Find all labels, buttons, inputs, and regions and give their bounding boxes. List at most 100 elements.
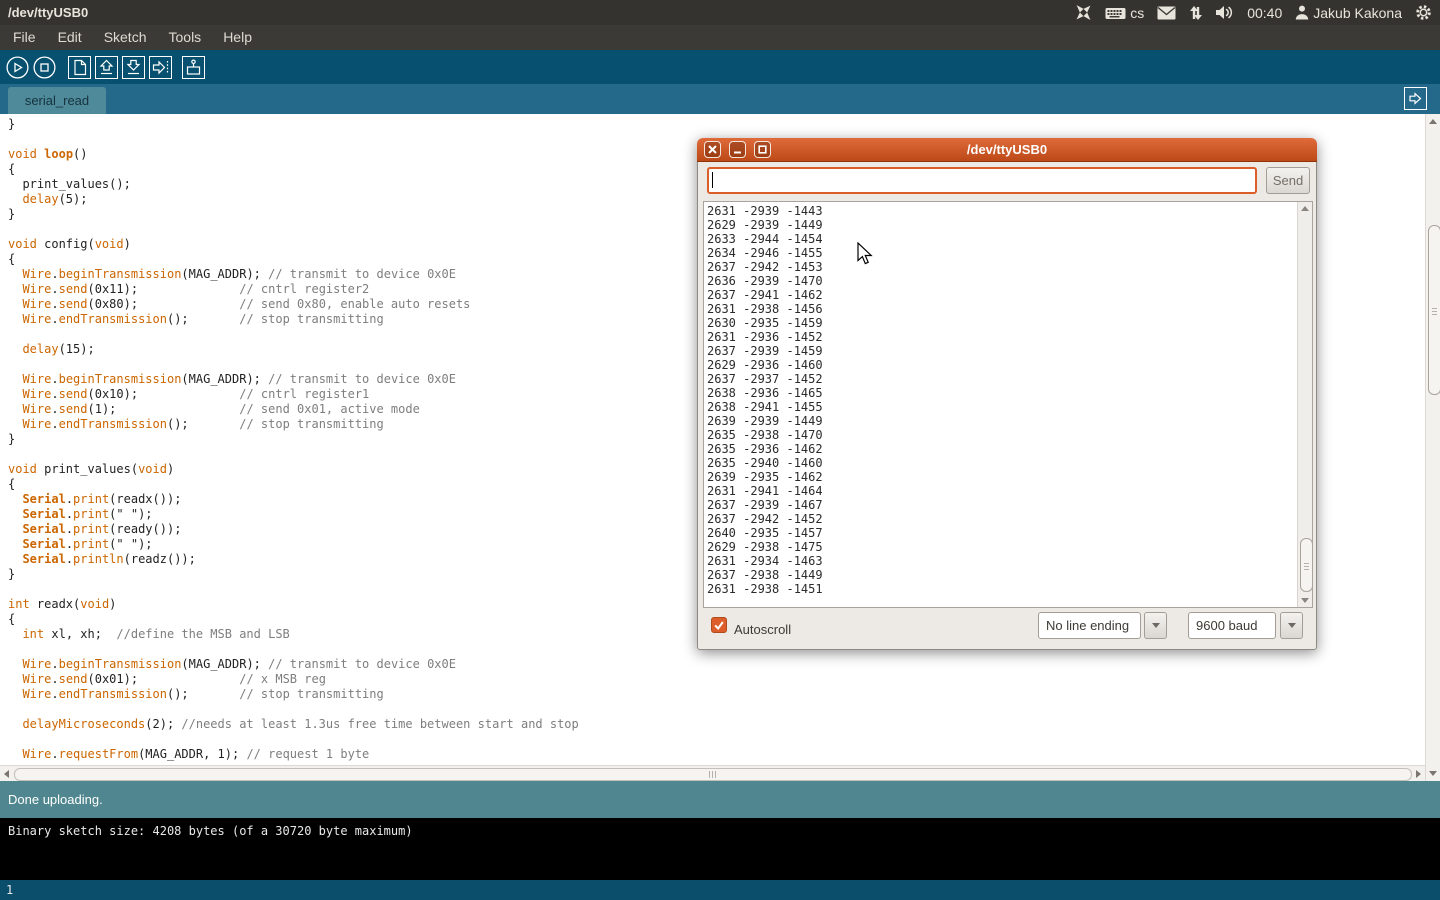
menu-item-file[interactable]: File — [2, 25, 47, 50]
baud-rate-select[interactable]: 9600 baud — [1188, 612, 1276, 639]
serial-line: 2638 -2936 -1465 — [707, 386, 823, 400]
code-line: Wire.send(0x01); // x MSB reg — [8, 672, 1425, 687]
menu-item-edit[interactable]: Edit — [47, 25, 93, 50]
new-sketch-button[interactable] — [68, 56, 91, 79]
serial-line: 2637 -2939 -1467 — [707, 498, 823, 512]
desktop-panel: /dev/ttyUSB0 cs — [0, 0, 1440, 25]
serial-line: 2633 -2944 -1454 — [707, 232, 823, 246]
minimize-button[interactable] — [729, 141, 746, 158]
keyboard-layout-indicator[interactable]: cs — [1105, 5, 1144, 21]
volume-icon[interactable] — [1216, 5, 1234, 20]
system-tray: cs 00:40 — [1075, 0, 1436, 25]
line-number-bar: 1 — [0, 880, 1440, 900]
serial-monitor-title: /dev/ttyUSB0 — [967, 142, 1047, 157]
code-line: Wire.requestFrom(MAG_ADDR, 1); // reques… — [8, 747, 1425, 762]
network-updown-icon[interactable] — [1189, 5, 1203, 21]
send-button[interactable]: Send — [1266, 167, 1310, 194]
upload-button[interactable] — [149, 56, 172, 79]
serial-monitor-window: /dev/ttyUSB0 Send 2631 -2939 -14432629 -… — [697, 138, 1317, 650]
serial-line: 2638 -2941 -1455 — [707, 400, 823, 414]
horizontal-scroll-thumb[interactable] — [14, 768, 1412, 781]
tabbar: serial_read — [0, 84, 1440, 114]
verify-button[interactable] — [6, 56, 29, 79]
serial-line: 2629 -2936 -1460 — [707, 358, 823, 372]
serial-line: 2639 -2939 -1449 — [707, 414, 823, 428]
code-line — [8, 702, 1425, 717]
user-menu[interactable]: Jakub Kakona — [1295, 5, 1402, 21]
baud-dropdown-button[interactable] — [1280, 612, 1303, 639]
chevron-down-icon — [1288, 623, 1296, 628]
code-line: Wire.beginTransmission(MAG_ADDR); // tra… — [8, 657, 1425, 672]
vertical-scroll-thumb[interactable] — [1428, 225, 1440, 395]
serial-scrollbar[interactable] — [1297, 202, 1312, 607]
scroll-down-arrow[interactable] — [1429, 771, 1437, 776]
serial-output-area[interactable]: 2631 -2939 -14432629 -2939 -14492633 -29… — [703, 201, 1313, 608]
serial-monitor-controls: Autoscroll No line ending 9600 baud — [698, 608, 1318, 650]
serial-scroll-up-arrow[interactable] — [1301, 206, 1309, 211]
close-button[interactable] — [704, 141, 721, 158]
serial-line: 2629 -2939 -1449 — [707, 218, 823, 232]
user-icon — [1295, 5, 1309, 20]
serial-line: 2637 -2937 -1452 — [707, 372, 823, 386]
current-line-number: 1 — [6, 883, 13, 897]
serial-line: 2631 -2934 -1463 — [707, 554, 823, 568]
send-button-label: Send — [1273, 173, 1303, 188]
serial-line: 2630 -2935 -1459 — [707, 316, 823, 330]
serial-scroll-down-arrow[interactable] — [1301, 598, 1309, 603]
serial-scroll-thumb[interactable] — [1300, 538, 1313, 592]
serial-line: 2631 -2938 -1456 — [707, 302, 823, 316]
mail-indicator-icon[interactable] — [1157, 6, 1176, 20]
keyboard-layout-code: cs — [1130, 5, 1144, 21]
serial-input[interactable] — [707, 167, 1257, 194]
serial-line: 2631 -2941 -1464 — [707, 484, 823, 498]
tab-serial-read[interactable]: serial_read — [8, 87, 106, 114]
autoscroll-checkbox[interactable] — [711, 617, 727, 633]
minimize-icon — [733, 145, 742, 154]
serial-output-lines: 2631 -2939 -14432629 -2939 -14492633 -29… — [707, 204, 823, 596]
pinwheel-indicator-icon[interactable] — [1075, 4, 1092, 21]
console-text: Binary sketch size: 4208 bytes (of a 307… — [8, 824, 1440, 838]
status-bar: Done uploading. — [0, 781, 1440, 818]
scroll-right-arrow[interactable] — [1416, 770, 1421, 778]
menu-item-tools[interactable]: Tools — [158, 25, 213, 50]
line-ending-select[interactable]: No line ending — [1038, 612, 1141, 639]
scroll-up-arrow[interactable] — [1429, 119, 1437, 124]
menubar: FileEditSketchToolsHelp — [0, 25, 1440, 50]
menu-item-help[interactable]: Help — [212, 25, 263, 50]
save-sketch-button[interactable] — [122, 56, 145, 79]
text-caret — [712, 172, 713, 188]
status-message: Done uploading. — [8, 792, 103, 807]
console-output: Binary sketch size: 4208 bytes (of a 307… — [0, 818, 1440, 880]
line-ending-dropdown-button[interactable] — [1144, 612, 1167, 639]
serial-line: 2639 -2935 -1462 — [707, 470, 823, 484]
baud-rate-value: 9600 baud — [1196, 618, 1257, 633]
serial-line: 2631 -2938 -1451 — [707, 582, 823, 596]
menu-item-sketch[interactable]: Sketch — [93, 25, 158, 50]
editor-vertical-scrollbar[interactable] — [1425, 114, 1440, 781]
code-line: Wire.endTransmission(); // stop transmit… — [8, 687, 1425, 702]
serial-line: 2640 -2935 -1457 — [707, 526, 823, 540]
line-ending-value: No line ending — [1046, 618, 1129, 633]
keyboard-icon — [1105, 5, 1126, 21]
serial-line: 2634 -2946 -1455 — [707, 246, 823, 260]
serial-line: 2637 -2939 -1459 — [707, 344, 823, 358]
editor-horizontal-scrollbar[interactable] — [0, 765, 1425, 781]
maximize-button[interactable] — [754, 141, 771, 158]
check-icon — [713, 619, 725, 631]
chevron-down-icon — [1152, 623, 1160, 628]
tab-menu-button[interactable] — [1404, 87, 1427, 110]
serial-monitor-button[interactable] — [182, 56, 205, 79]
open-sketch-button[interactable] — [95, 56, 118, 79]
code-line — [8, 732, 1425, 747]
serial-line: 2631 -2936 -1452 — [707, 330, 823, 344]
desktop: /dev/ttyUSB0 cs — [0, 0, 1440, 900]
session-gear-icon[interactable] — [1415, 4, 1432, 21]
serial-line: 2637 -2942 -1453 — [707, 260, 823, 274]
code-line: delayMicroseconds(2); //needs at least 1… — [8, 717, 1425, 732]
serial-monitor-titlebar[interactable]: /dev/ttyUSB0 — [697, 138, 1317, 162]
serial-line: 2635 -2940 -1460 — [707, 456, 823, 470]
clock[interactable]: 00:40 — [1247, 5, 1282, 21]
scroll-left-arrow[interactable] — [4, 770, 9, 778]
stop-button[interactable] — [33, 56, 56, 79]
user-name: Jakub Kakona — [1313, 5, 1402, 21]
